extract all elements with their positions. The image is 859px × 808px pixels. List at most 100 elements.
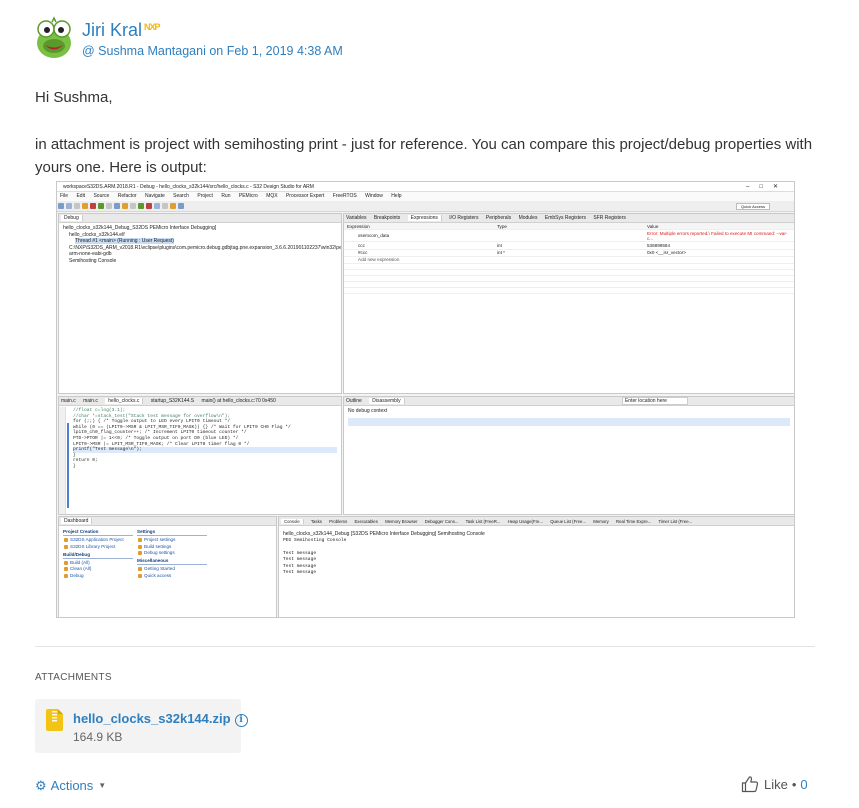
toolbar-icon bbox=[114, 203, 120, 209]
zip-teeth bbox=[52, 711, 57, 723]
tab-outline: Outline bbox=[346, 398, 362, 404]
table-row: Add new expression bbox=[344, 256, 794, 264]
tab-executables: Executables bbox=[354, 519, 378, 524]
menu-mqx: MQX bbox=[266, 193, 278, 199]
author-line: Jiri Kral NXP bbox=[82, 20, 161, 41]
menu-file: File bbox=[60, 193, 69, 199]
like-button[interactable]: Like bbox=[764, 777, 788, 792]
expr-cell: #ccc bbox=[344, 249, 494, 257]
separator-dot: • bbox=[791, 777, 797, 792]
tab-peripherals: Peripherals bbox=[485, 215, 512, 221]
tab-expressions: Expressions bbox=[407, 215, 442, 221]
code-line-current: printf("Test message\n"); bbox=[73, 447, 337, 453]
divider bbox=[35, 646, 815, 647]
tab-tasks: Tasks bbox=[310, 519, 322, 524]
link-debug-settings: Debug settings bbox=[137, 550, 207, 556]
menu-processor-expert: Processor Expert bbox=[285, 193, 325, 199]
window-controls-icon: –□✕ bbox=[746, 184, 788, 190]
tab-variables: Variables bbox=[346, 215, 367, 221]
menu-run: Run bbox=[221, 193, 231, 199]
tab-main-c: main.c bbox=[61, 398, 76, 404]
disassembly-content: No debug context bbox=[344, 406, 794, 428]
post-greeting: Hi Sushma, bbox=[35, 89, 113, 106]
section-build-debug: Build/Debug bbox=[63, 552, 133, 560]
debug-thread-label: Thread #1 <main> (Running : User Request… bbox=[75, 238, 174, 244]
toolbar-icon bbox=[98, 203, 104, 209]
tab-problems: Problems bbox=[329, 519, 348, 524]
thumbs-up-icon[interactable] bbox=[741, 775, 759, 793]
attachment-file-link[interactable]: hello_clocks_s32k144.zip bbox=[73, 711, 231, 726]
toolbar-icon bbox=[146, 203, 152, 209]
attachment-name[interactable]: hello_clocks_s32k144.zip i bbox=[73, 711, 248, 727]
debug-semihosting-item: Semihosting Console bbox=[69, 257, 117, 264]
expressions-view: Variables Breakpoints Expressions I/O Re… bbox=[343, 213, 794, 394]
author-name[interactable]: Jiri Kral bbox=[82, 20, 142, 40]
value-cell: 536899584 bbox=[644, 241, 794, 250]
value-cell bbox=[644, 256, 794, 264]
gear-icon: ⚙ bbox=[35, 778, 47, 793]
toolbar-icon bbox=[82, 203, 88, 209]
menu-project: Project bbox=[197, 193, 213, 199]
toolbar-icon bbox=[154, 203, 160, 209]
tab-startup: startup_S32K144.S bbox=[150, 398, 195, 404]
ide-window-title: workspaceS32DS.ARM.2018.R1 - Debug - hel… bbox=[63, 184, 314, 190]
link-quick-access: Quick access bbox=[137, 573, 207, 579]
debug-tabs: Debug bbox=[59, 214, 341, 223]
console-view: Console Tasks Problems Executables Memor… bbox=[278, 516, 794, 617]
editor-marker bbox=[67, 423, 69, 508]
no-debug-context: No debug context bbox=[348, 408, 388, 414]
post-body: in attachment is project with semihostin… bbox=[35, 136, 813, 176]
menu-refactor: Refactor bbox=[117, 193, 137, 199]
table-row bbox=[344, 287, 794, 294]
info-icon[interactable]: i bbox=[234, 714, 248, 727]
location-input: Enter location here bbox=[621, 397, 688, 405]
link-debug: Debug bbox=[63, 573, 133, 579]
dashboard-view: Dashboard Project Creation S32DS Applica… bbox=[58, 516, 277, 617]
toolbar-icon bbox=[122, 203, 128, 209]
menu-freertos: FreeRTOS bbox=[332, 193, 357, 199]
menu-window: Window bbox=[365, 193, 383, 199]
ide-menubar: File Edit Source Refactor Navigate Searc… bbox=[57, 192, 794, 201]
tab-hello-clocks-c: hello_clocks.c bbox=[105, 398, 144, 404]
tab-disassembly: Disassembly bbox=[369, 398, 405, 404]
debug-tree: hello_clocks_s32k144_Debug_S32DS PEMicro… bbox=[59, 223, 341, 266]
toolbar-icon bbox=[90, 203, 96, 209]
menu-source: Source bbox=[93, 193, 110, 199]
attachment-card[interactable]: hello_clocks_s32k144.zip i 164.9 KB bbox=[35, 699, 248, 753]
section-miscellaneous: Miscellaneous bbox=[137, 558, 207, 566]
menu-help: Help bbox=[391, 193, 402, 199]
like-count[interactable]: 0 bbox=[800, 777, 807, 792]
code-line: } bbox=[73, 463, 76, 469]
tab-debug: Debug bbox=[61, 215, 83, 221]
actions-menu[interactable]: ⚙ Actions ▼ bbox=[35, 778, 106, 794]
type-cell bbox=[494, 229, 644, 243]
reply-to-user[interactable]: @ Sushma Mantagani bbox=[82, 44, 206, 58]
toolbar-icon bbox=[66, 203, 72, 209]
ide-screenshot[interactable]: workspaceS32DS.ARM.2018.R1 - Debug - hel… bbox=[56, 181, 795, 618]
toolbar-icon bbox=[58, 203, 64, 209]
column-header: Expression bbox=[344, 223, 494, 231]
date-prefix: on bbox=[209, 44, 224, 58]
debug-view: Debug hello_clocks_s32k144_Debug_S32DS P… bbox=[58, 213, 342, 394]
toolbar-icon bbox=[130, 203, 136, 209]
actions-label: Actions bbox=[50, 778, 94, 793]
post-date[interactable]: Feb 1, 2019 4:38 AM bbox=[227, 44, 343, 58]
chevron-down-icon: ▼ bbox=[98, 781, 107, 790]
user-avatar[interactable] bbox=[34, 16, 74, 60]
toolbar-icon bbox=[138, 203, 144, 209]
menu-edit: Edit bbox=[76, 193, 86, 199]
tab-main-c-2: main.c bbox=[83, 398, 98, 404]
value-cell: Error: Multiple errors reported.\ Failed… bbox=[644, 229, 794, 243]
quick-access-field: Quick Access bbox=[736, 203, 770, 210]
table-header-row: Expression Type Value bbox=[344, 223, 794, 231]
editor-tabs: main.c main.c hello_clocks.c startup_S32… bbox=[59, 397, 341, 406]
toolbar-icon bbox=[106, 203, 112, 209]
tab-main-frame: main() at hello_clocks.c:70 0x450 bbox=[201, 398, 276, 404]
editor-ruler bbox=[59, 407, 66, 514]
link-library-project: S32DS Library Project bbox=[63, 544, 133, 550]
tab-debugger-console: Debugger Cons... bbox=[424, 519, 459, 524]
column-header: Value bbox=[644, 223, 794, 231]
like-control: Like • 0 bbox=[741, 775, 808, 795]
ide-toolbar bbox=[57, 201, 794, 212]
attachments-heading: ATTACHMENTS bbox=[35, 672, 112, 683]
